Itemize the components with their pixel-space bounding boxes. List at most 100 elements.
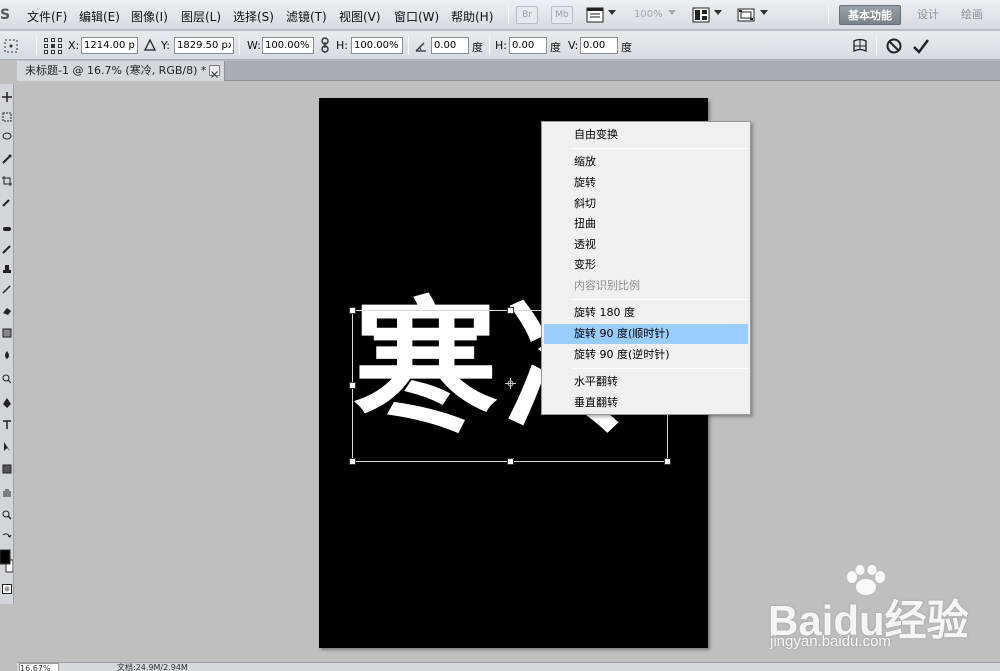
- pen-tool-icon[interactable]: [2, 398, 12, 408]
- eraser-tool-icon[interactable]: [2, 306, 12, 316]
- menu-item-scale[interactable]: 缩放: [544, 152, 748, 172]
- options-divider: [876, 36, 877, 55]
- arrange-documents-icon[interactable]: [692, 6, 710, 24]
- options-bar: X: Y: W: H: 度 H: 度 V: 度: [0, 31, 1000, 60]
- menu-select[interactable]: 选择(S): [233, 8, 274, 25]
- transform-handle-bottom-left[interactable]: [349, 458, 356, 465]
- commit-transform-icon[interactable]: [912, 37, 930, 55]
- view-extras-dropdown-icon[interactable]: [608, 10, 616, 15]
- workspace-design-button[interactable]: 设计: [912, 5, 944, 25]
- menubar-divider: [828, 6, 829, 24]
- close-tab-icon[interactable]: [209, 65, 220, 78]
- menu-separator: [572, 148, 748, 149]
- marquee-tool-icon[interactable]: [2, 112, 12, 122]
- transform-context-menu: 自由变换 缩放 旋转 斜切 扭曲 透视 变形 内容识别比例 旋转 180 度 旋…: [541, 121, 751, 415]
- type-tool-icon[interactable]: [2, 420, 12, 430]
- height-percent-field[interactable]: [351, 37, 403, 54]
- blur-tool-icon[interactable]: [2, 350, 12, 360]
- move-tool-preset-icon[interactable]: [2, 37, 20, 55]
- menu-window[interactable]: 窗口(W): [394, 8, 439, 25]
- workspace-essentials-button[interactable]: 基本功能: [839, 5, 901, 25]
- healing-brush-tool-icon[interactable]: [2, 224, 12, 234]
- quick-selection-tool-icon[interactable]: [2, 154, 12, 164]
- view-extras-icon[interactable]: [586, 6, 604, 24]
- transform-handle-top-center[interactable]: [507, 307, 514, 314]
- quick-mask-icon[interactable]: [2, 584, 12, 594]
- mini-bridge-button[interactable]: Mb: [551, 6, 573, 24]
- menu-item-warp[interactable]: 变形: [544, 255, 748, 275]
- menu-item-rotate-90-cw[interactable]: 旋转 90 度(顺时针): [544, 324, 748, 344]
- warp-mode-icon[interactable]: [851, 37, 869, 55]
- width-percent-field[interactable]: [262, 37, 314, 54]
- menu-item-free-transform[interactable]: 自由变换: [544, 125, 748, 145]
- foreground-background-color-icon[interactable]: [0, 548, 14, 574]
- width-label: W:: [247, 39, 261, 52]
- menu-layer[interactable]: 图层(L): [181, 8, 221, 25]
- y-position-field[interactable]: [174, 37, 234, 54]
- menu-edit[interactable]: 编辑(E): [79, 8, 120, 25]
- menu-item-flip-vertical[interactable]: 垂直翻转: [544, 393, 748, 413]
- menu-separator: [572, 299, 748, 300]
- menu-bar: S 文件(F) 编辑(E) 图像(I) 图层(L) 选择(S) 滤镜(T) 视图…: [0, 0, 1000, 30]
- options-divider: [36, 36, 37, 55]
- zoom-level[interactable]: 100%: [634, 9, 663, 20]
- reference-point-icon[interactable]: [505, 378, 516, 389]
- menu-view[interactable]: 视图(V): [339, 8, 381, 25]
- history-brush-tool-icon[interactable]: [2, 284, 12, 294]
- relative-position-icon[interactable]: [143, 38, 157, 52]
- path-selection-tool-icon[interactable]: [2, 442, 12, 452]
- skew-v-unit: 度: [621, 41, 632, 54]
- menu-filter[interactable]: 滤镜(T): [286, 8, 327, 25]
- swap-colors-icon[interactable]: [2, 532, 12, 542]
- bridge-button[interactable]: Br: [516, 6, 538, 24]
- menu-item-rotate[interactable]: 旋转: [544, 173, 748, 193]
- eyedropper-tool-icon[interactable]: [2, 197, 12, 207]
- cancel-transform-icon[interactable]: [885, 37, 903, 55]
- shape-tool-icon[interactable]: [2, 464, 12, 474]
- reference-point-locator-icon[interactable]: [44, 38, 62, 54]
- document-tab-title: 未标题-1 @ 16.7% (寒冷, RGB/8) *: [25, 64, 207, 77]
- menu-item-perspective[interactable]: 透视: [544, 235, 748, 255]
- transform-handle-bottom-right[interactable]: [664, 458, 671, 465]
- brush-tool-icon[interactable]: [2, 244, 12, 254]
- dodge-tool-icon[interactable]: [2, 374, 12, 384]
- status-zoom-field[interactable]: 16.67%: [19, 663, 59, 671]
- menu-item-distort[interactable]: 扭曲: [544, 214, 748, 234]
- skew-vertical-field[interactable]: [580, 37, 618, 54]
- hand-tool-icon[interactable]: [2, 488, 12, 498]
- skew-v-label: V:: [568, 39, 579, 52]
- document-tab[interactable]: 未标题-1 @ 16.7% (寒冷, RGB/8) *: [17, 61, 225, 81]
- screen-mode-dropdown-icon[interactable]: [760, 10, 768, 15]
- skew-h-unit: 度: [550, 41, 561, 54]
- zoom-dropdown-icon[interactable]: [668, 10, 676, 15]
- rotate-angle-field[interactable]: [431, 37, 469, 54]
- transform-handle-top-left[interactable]: [349, 307, 356, 314]
- skew-horizontal-field[interactable]: [509, 37, 547, 54]
- document-tab-bar: 未标题-1 @ 16.7% (寒冷, RGB/8) *: [17, 61, 1000, 81]
- gradient-tool-icon[interactable]: [2, 328, 12, 338]
- zoom-tool-icon[interactable]: [2, 510, 12, 520]
- workspace-painting-button[interactable]: 绘画: [957, 5, 987, 25]
- menu-item-skew[interactable]: 斜切: [544, 194, 748, 214]
- transform-handle-bottom-center[interactable]: [507, 458, 514, 465]
- menu-item-rotate-180[interactable]: 旋转 180 度: [544, 303, 748, 323]
- menu-item-flip-horizontal[interactable]: 水平翻转: [544, 372, 748, 392]
- move-tool-icon[interactable]: [2, 92, 12, 102]
- menu-image[interactable]: 图像(I): [131, 8, 168, 25]
- status-bar: 16.67% 文档:24.9M/2.94M: [17, 662, 1000, 671]
- transform-handle-middle-left[interactable]: [349, 382, 356, 389]
- menu-file[interactable]: 文件(F): [27, 8, 67, 25]
- link-proportions-icon[interactable]: [319, 37, 331, 53]
- menu-help[interactable]: 帮助(H): [451, 8, 493, 25]
- angle-unit: 度: [472, 41, 483, 54]
- arrange-dropdown-icon[interactable]: [714, 10, 722, 15]
- x-position-field[interactable]: [81, 37, 138, 54]
- skew-h-label: H:: [495, 39, 507, 52]
- crop-tool-icon[interactable]: [2, 176, 12, 186]
- x-label: X:: [68, 39, 80, 52]
- clone-stamp-tool-icon[interactable]: [2, 264, 12, 274]
- menu-item-rotate-90-ccw[interactable]: 旋转 90 度(逆时针): [544, 345, 748, 365]
- y-label: Y:: [161, 39, 170, 52]
- screen-mode-icon[interactable]: [737, 6, 755, 24]
- lasso-tool-icon[interactable]: [2, 132, 12, 142]
